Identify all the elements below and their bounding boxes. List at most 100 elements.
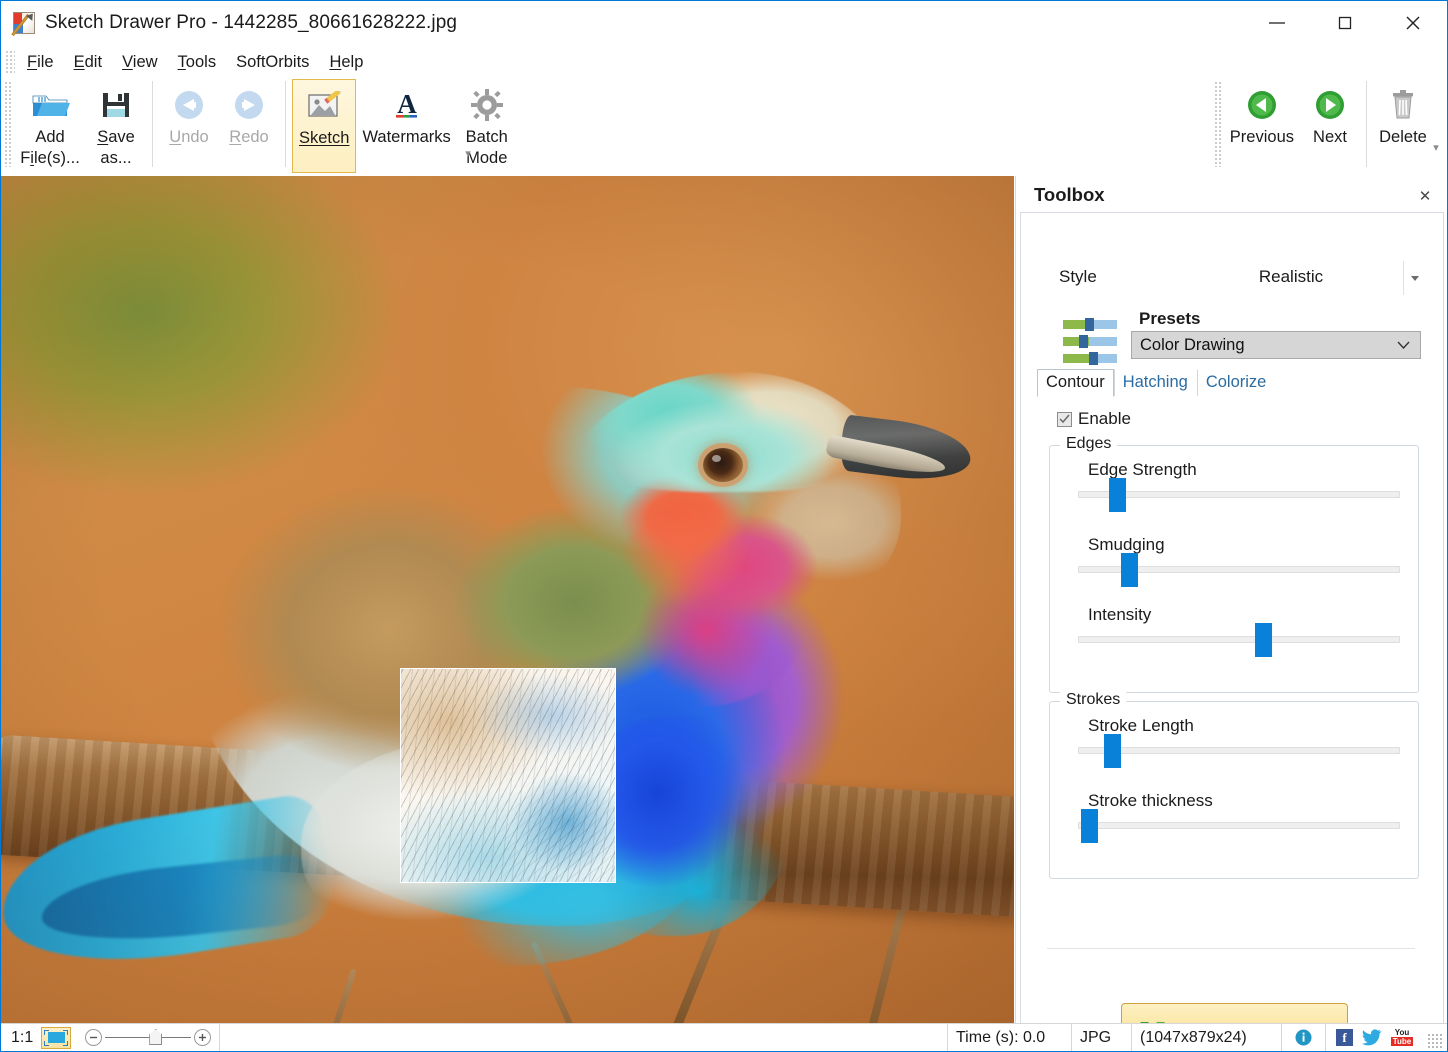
enable-checkbox[interactable] [1057,411,1072,427]
zoom-slider-handle[interactable] [149,1029,163,1045]
zoom-ratio-label: 1:1 [11,1028,34,1046]
menu-item-edit[interactable]: Edit [64,50,112,75]
picture-pencil-icon [306,86,343,126]
svg-text:A: A [397,89,417,119]
smudging-label: Smudging [1088,535,1165,554]
menu-item-softorbits[interactable]: SoftOrbits [226,50,319,75]
open-folder-icon [30,85,70,125]
application-window: Sketch Drawer Pro - 1442285_80661628222.… [0,0,1448,1052]
image-canvas[interactable] [1,176,1014,1023]
status-format: JPG [1072,1023,1132,1051]
letter-a-icon: A [392,85,422,125]
smudging-thumb[interactable] [1121,553,1138,587]
menu-item-file[interactable]: File [17,50,64,75]
zoom-slider-group [77,1023,221,1051]
delete-button[interactable]: Delete [1373,79,1433,173]
edge-strength-thumb[interactable] [1109,478,1126,512]
menu-item-tools[interactable]: Tools [168,50,227,75]
strokes-legend: Strokes [1060,691,1127,709]
social-icons-group: f You Tube [1326,1024,1423,1052]
stroke-length-label: Stroke Length [1088,716,1194,735]
tab-colorize[interactable]: Colorize [1196,369,1276,396]
menu-grip-handle[interactable] [5,50,15,74]
sketch-button[interactable]: Sketch [292,79,357,173]
presets-select[interactable]: Color Drawing [1131,331,1421,359]
maximize-button[interactable] [1311,1,1379,45]
batch-mode-label: Batch Mode [465,128,508,167]
undo-button[interactable]: Undo [159,79,219,173]
intensity-label: Intensity [1088,605,1152,624]
redo-button[interactable]: Redo [219,79,279,173]
toolbar-right-group: Previous Next Delete ▾ [1211,79,1447,173]
toolbar-grip-handle[interactable] [4,81,12,167]
menu-item-help[interactable]: Help [319,50,373,75]
zoom-slider-track[interactable] [105,1029,192,1045]
save-as-label: Save as... [97,128,135,167]
status-dimensions: (1047x879x24) [1132,1023,1282,1051]
status-bar: 1:1 Time (s): 0.0 JPG (1047x879x24) f Yo… [1,1023,1447,1051]
toolbar-separator-1 [152,81,153,167]
edge-strength-track[interactable] [1078,478,1400,512]
resize-grip[interactable] [1427,1033,1443,1049]
presets-label: Presets [1139,309,1201,328]
intensity-thumb[interactable] [1255,623,1272,657]
fit-to-window-icon[interactable] [41,1026,72,1049]
twitter-icon[interactable] [1361,1027,1383,1049]
tab-contour[interactable]: Contour [1037,369,1114,397]
status-time: Time (s): 0.0 [948,1023,1072,1051]
main-toolbar: Add File(s)... Save as... Undo Redo Sket… [1,79,1447,175]
toolbar-right-grip[interactable] [1213,81,1222,167]
zoom-in-button[interactable] [194,1029,212,1046]
chevron-down-icon [1397,341,1410,349]
toolbar-overflow-button-left[interactable]: ▾ [461,149,475,160]
toolbox-close-button[interactable]: ✕ [1415,186,1435,206]
intensity-track[interactable] [1078,623,1400,657]
menu-item-view[interactable]: View [112,50,167,75]
toolbar-overflow-button[interactable]: ▾ [1429,143,1443,154]
toolbox-title: Toolbox [1034,184,1105,205]
checkmark-icon [1059,414,1070,424]
tab-hatching[interactable]: Hatching [1113,369,1197,396]
status-bar-spacer [220,1023,948,1051]
undo-arrow-icon [172,85,206,125]
youtube-icon[interactable]: You Tube [1391,1029,1413,1046]
toolbar-separator-2 [285,81,286,167]
toolbox-panel: Toolbox ✕ Style Realistic Presets Color … [1015,176,1447,1051]
next-label: Next [1313,128,1347,146]
toolbox-tabs: Contour Hatching Colorize [1037,368,1276,397]
redo-label: Redo [229,128,269,146]
stroke-thickness-label: Stroke thickness [1088,791,1213,810]
stroke-length-thumb[interactable] [1104,734,1121,768]
menu-bar: File Edit View Tools SoftOrbits Help [1,45,1447,79]
edge-strength-label: Edge Strength [1088,460,1197,479]
sketch-label: Sketch [299,129,350,147]
previous-button[interactable]: Previous [1224,79,1300,173]
status-info-cell [1282,1023,1326,1051]
sliders-icon [1063,318,1117,365]
add-files-button[interactable]: Add File(s)... [14,79,86,173]
close-button[interactable] [1379,1,1447,45]
sketch-preview-selection[interactable] [400,668,616,883]
photo-lilac-breasted-roller [1,176,1014,1023]
strokes-group: Strokes Stroke Length Stroke thickness [1049,691,1419,879]
enable-checkbox-row[interactable]: Enable [1057,409,1131,429]
toolbox-body: Style Realistic Presets Color Drawing Co… [1020,212,1444,1051]
edges-legend: Edges [1060,435,1118,453]
style-value[interactable]: Realistic [1201,267,1381,287]
stroke-thickness-track[interactable] [1078,809,1400,843]
facebook-icon[interactable]: f [1336,1029,1353,1046]
green-left-arrow-icon [1246,85,1278,125]
gear-icon [470,85,503,125]
style-dropdown-caret-down-icon[interactable] [1403,261,1425,295]
enable-label: Enable [1078,409,1131,428]
save-as-button[interactable]: Save as... [86,79,146,173]
watermarks-button[interactable]: A Watermarks [356,79,456,173]
smudging-track[interactable] [1078,553,1400,587]
stroke-length-track[interactable] [1078,734,1400,768]
zoom-out-button[interactable] [85,1029,103,1046]
undo-label: Undo [169,128,209,146]
next-button[interactable]: Next [1300,79,1360,173]
minimize-button[interactable] [1243,1,1311,45]
stroke-thickness-thumb[interactable] [1081,809,1098,843]
info-icon[interactable] [1293,1027,1315,1049]
